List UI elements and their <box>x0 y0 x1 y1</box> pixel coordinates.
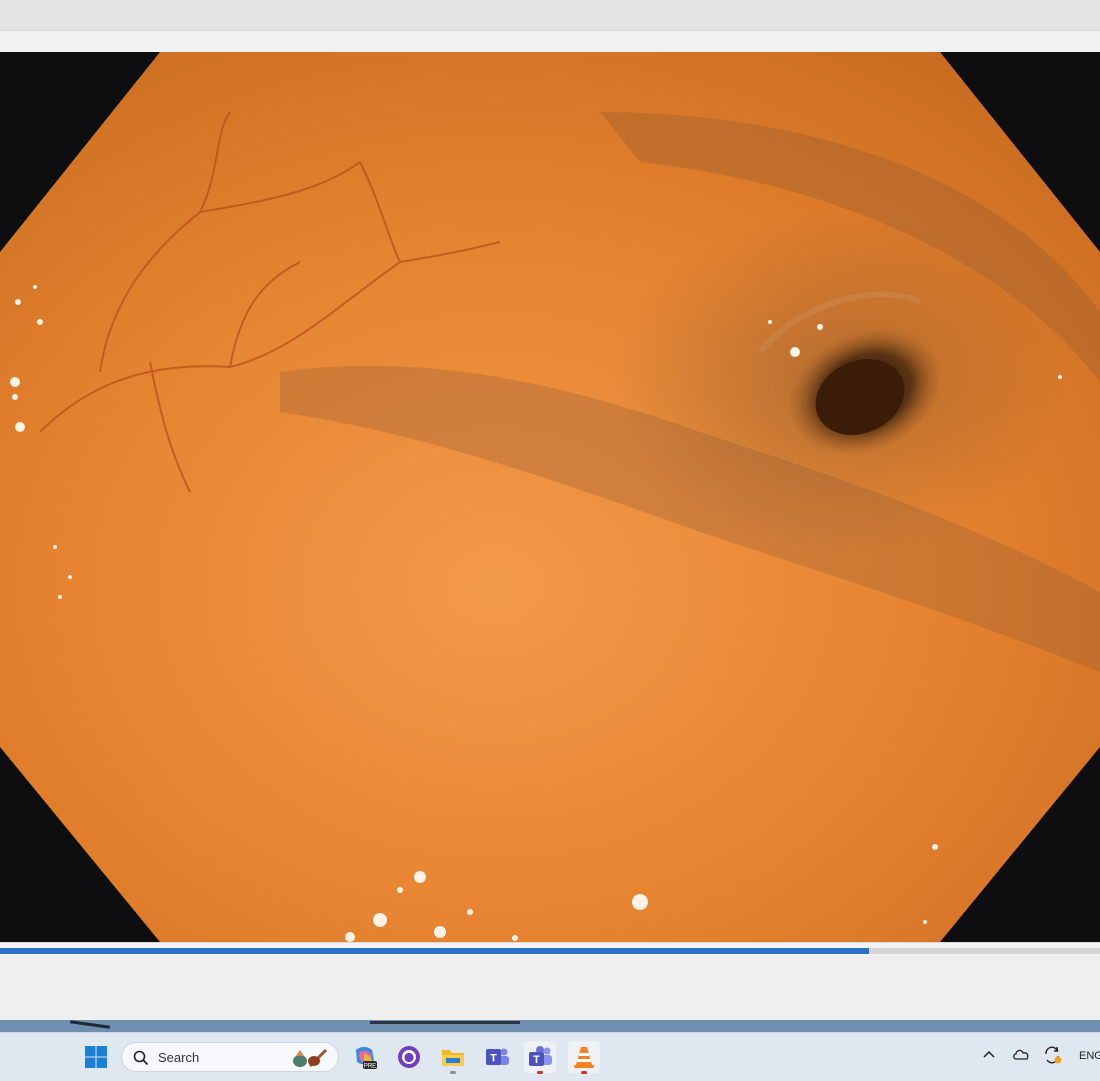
seek-progress <box>0 948 869 954</box>
onedrive-cloud-icon[interactable] <box>1012 1047 1030 1064</box>
video-frame[interactable] <box>0 52 1100 942</box>
endoscopy-image <box>0 52 1100 942</box>
teams-classic-icon[interactable]: T <box>481 1041 513 1073</box>
svg-text:T: T <box>490 1053 497 1065</box>
copilot-pre-icon[interactable]: PRE <box>349 1041 381 1073</box>
search-box[interactable]: Search <box>121 1042 339 1072</box>
taskbar: Search PRE T T ENG <box>0 1032 1100 1081</box>
desktop-background-strip <box>0 1020 1100 1032</box>
player-toolbar <box>0 31 1100 52</box>
github-desktop-icon[interactable] <box>393 1041 425 1073</box>
file-explorer-icon[interactable] <box>437 1041 469 1074</box>
language-indicator[interactable]: ENG <box>1079 1050 1100 1062</box>
svg-text:PRE: PRE <box>364 1063 376 1069</box>
svg-text:T: T <box>533 1054 540 1066</box>
search-placeholder: Search <box>158 1050 200 1065</box>
seek-bar[interactable] <box>0 942 1100 957</box>
windows-start-icon[interactable] <box>80 1041 112 1073</box>
player-controls-area <box>0 956 1100 1020</box>
search-highlight-icon <box>293 1048 328 1068</box>
teams-icon[interactable]: T <box>524 1041 556 1074</box>
search-icon <box>133 1050 149 1066</box>
window-titlebar <box>0 0 1100 31</box>
seek-track[interactable] <box>0 948 1100 954</box>
vlc-icon[interactable] <box>568 1041 600 1074</box>
tray-chevron-up-icon[interactable] <box>982 1048 996 1065</box>
sync-icon[interactable] <box>1042 1045 1064 1068</box>
